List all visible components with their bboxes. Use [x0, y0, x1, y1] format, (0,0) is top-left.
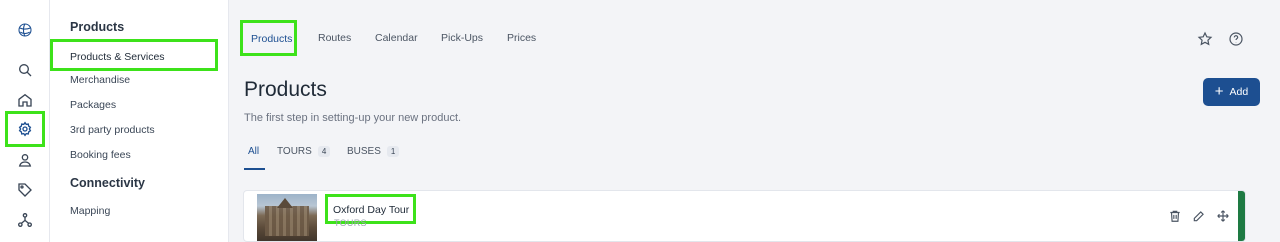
search-icon[interactable] — [11, 56, 39, 84]
settings-icon[interactable] — [5, 111, 45, 147]
tag-icon[interactable] — [11, 176, 39, 204]
product-thumbnail — [257, 194, 317, 241]
filter-tours[interactable]: TOURS 4 — [277, 146, 331, 157]
tab-pick-ups[interactable]: Pick-Ups — [441, 32, 483, 44]
user-pin-icon[interactable] — [11, 146, 39, 174]
star-icon[interactable] — [1197, 31, 1213, 47]
tab-routes[interactable]: Routes — [318, 32, 351, 44]
home-icon[interactable] — [11, 86, 39, 114]
section-heading-connectivity: Connectivity — [70, 176, 146, 190]
subnav-item-3rd-party-products[interactable]: 3rd party products — [70, 124, 155, 136]
product-card[interactable]: Oxford Day Tour TOURS — [243, 190, 1246, 242]
network-icon[interactable] — [11, 206, 39, 234]
page-title: Products — [244, 78, 327, 101]
status-indicator — [1238, 191, 1245, 241]
edit-icon[interactable] — [1192, 209, 1206, 223]
add-button-label: Add — [1229, 86, 1249, 98]
subnav-item-products-services[interactable]: Products & Services — [50, 39, 218, 71]
subnav-item-mapping[interactable]: Mapping — [70, 205, 110, 217]
move-icon[interactable] — [1216, 209, 1230, 223]
filter-buses-count: 1 — [386, 146, 400, 157]
icon-rail — [0, 0, 50, 242]
filter-buses-label: BUSES — [347, 146, 381, 157]
active-filter-underline — [244, 168, 265, 170]
tab-calendar[interactable]: Calendar — [375, 32, 418, 44]
logo-icon[interactable] — [11, 16, 39, 44]
filter-buses[interactable]: BUSES 1 — [347, 146, 400, 157]
add-button[interactable]: + Add — [1203, 78, 1260, 106]
filter-tours-count: 4 — [317, 146, 331, 157]
help-icon[interactable] — [1228, 31, 1244, 47]
filter-all[interactable]: All — [248, 146, 259, 157]
tab-prices[interactable]: Prices — [507, 32, 536, 44]
settings-subnav: Products Products & Services Merchandise… — [50, 0, 229, 242]
subnav-item-packages[interactable]: Packages — [70, 99, 116, 111]
subnav-item-merchandise[interactable]: Merchandise — [70, 74, 130, 86]
plus-icon: + — [1214, 83, 1224, 100]
filter-all-label: All — [248, 146, 260, 157]
filter-tours-label: TOURS — [277, 146, 312, 157]
tab-products[interactable]: Products — [240, 20, 297, 56]
subnav-item-booking-fees[interactable]: Booking fees — [70, 149, 131, 161]
section-heading-products: Products — [70, 20, 125, 34]
trash-icon[interactable] — [1168, 209, 1182, 223]
top-tabs: Products Routes Calendar Pick-Ups Prices — [229, 0, 1280, 60]
main-content: Products Routes Calendar Pick-Ups Prices… — [229, 0, 1280, 242]
page-subtitle: The first step in setting-up your new pr… — [244, 112, 462, 124]
product-type: TOURS — [334, 218, 367, 228]
